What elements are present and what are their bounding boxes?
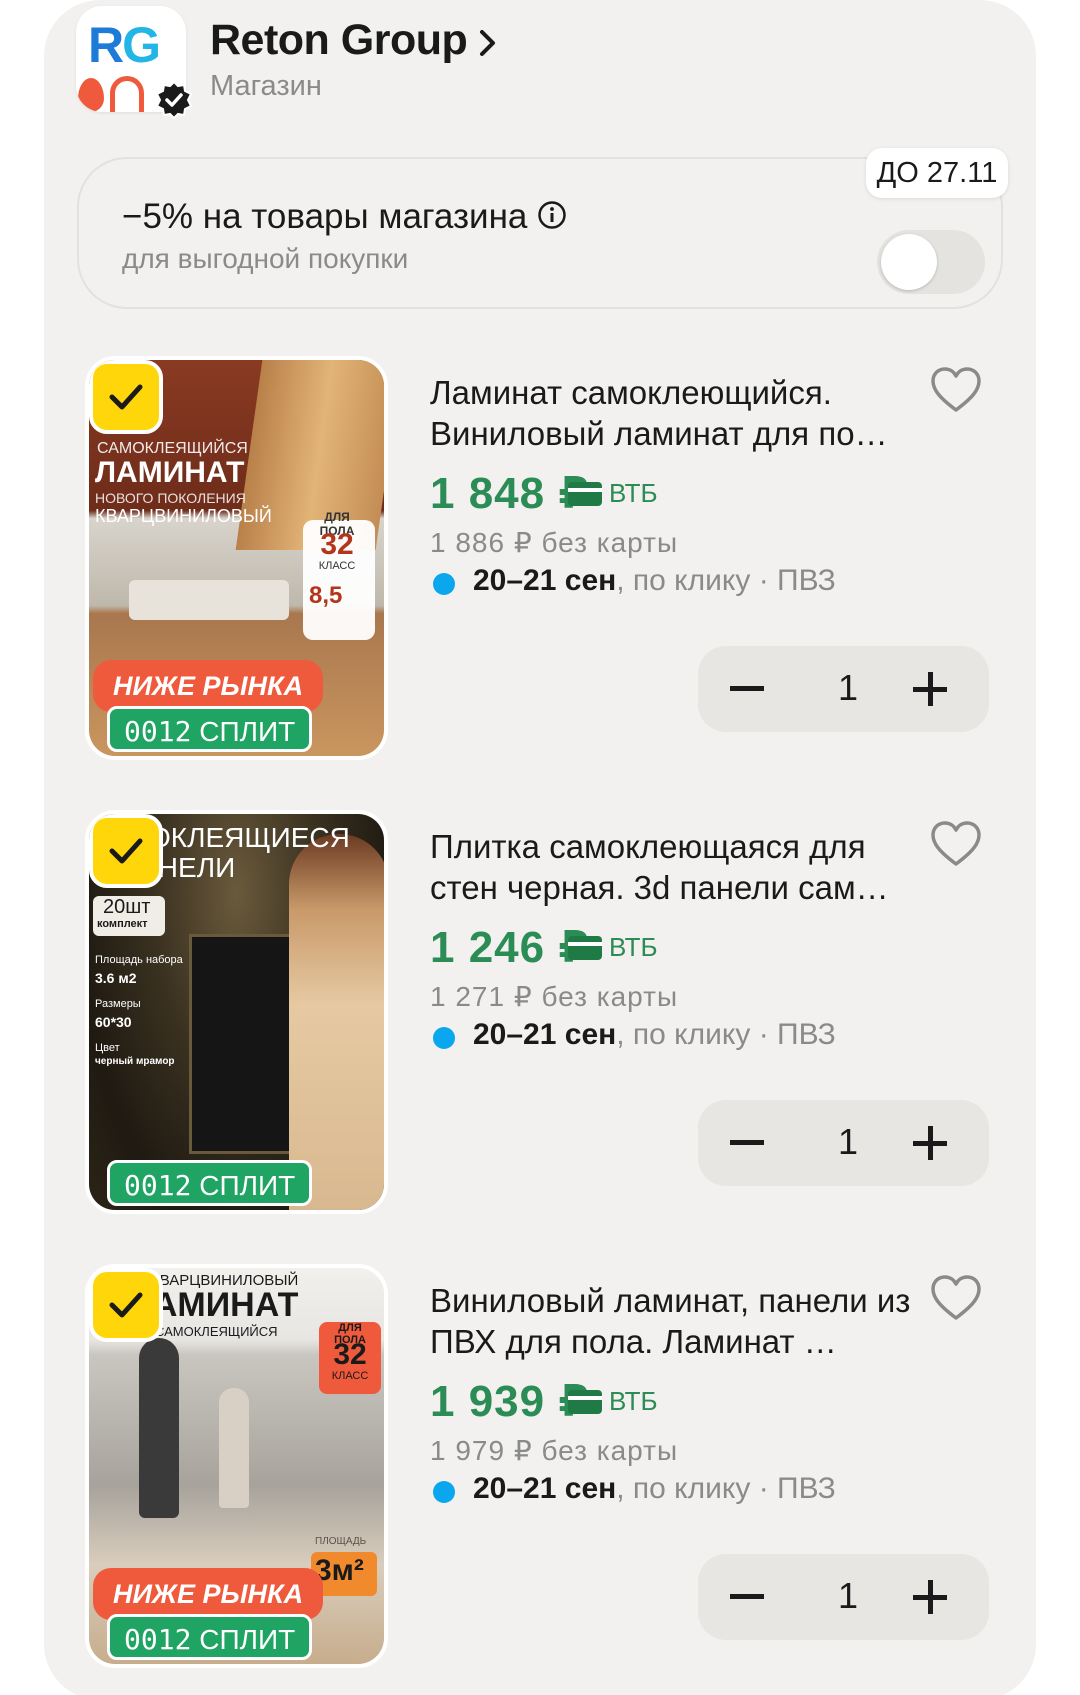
delivery-date: 20–21 сен [473, 1018, 617, 1051]
art-text: ОКЛЕЯЩИЕСЯ [149, 822, 350, 853]
split-badge: 0012 СПЛИТ [107, 706, 313, 752]
quantity-value: 1 [837, 1575, 859, 1616]
below-market-badge: НИЖЕ РЫНКА [93, 1568, 324, 1620]
chevron-right-icon[interactable] [478, 28, 498, 58]
delivery-date: 20–21 сен [473, 564, 617, 597]
art-text: НОВОГО ПОКОЛЕНИЯ [95, 490, 246, 506]
delivery-info: 20–21 сен, по клику · ПВЗ [430, 1472, 836, 1506]
select-checkbox[interactable] [89, 1268, 163, 1342]
select-checkbox[interactable] [89, 814, 163, 888]
increase-button[interactable] [913, 1126, 947, 1160]
art-text: КЛАСС [331, 1370, 369, 1382]
price-without-card: 1 886 ₽ без карты [430, 527, 679, 558]
promo-toggle[interactable] [877, 230, 985, 294]
product-image[interactable]: САМОКЛЕЯЩИЙСЯ ЛАМИНАТ НОВОГО ПОКОЛЕНИЯ К… [85, 356, 388, 760]
art-text: Площадь набора [95, 954, 183, 966]
art-text: ПЛОЩАДЬ [315, 1536, 367, 1547]
product-title[interactable]: Виниловый ламинат, панели из ПВХ для пол… [430, 1280, 930, 1362]
select-checkbox[interactable] [89, 360, 163, 434]
promo-subtitle: для выгодной покупки [122, 243, 409, 274]
logo-drop-shape [78, 78, 104, 112]
art-text: КЛАСС [318, 560, 356, 572]
store-type-label: Магазин [210, 70, 322, 102]
split-badge: 0012 СПЛИТ [107, 1160, 313, 1206]
product-image[interactable]: ОКЛЕЯЩИЕСЯ ПАНЕЛИ 20шт комплект Площадь … [85, 810, 388, 1214]
art-text: САМОКЛЕЯЩИЙСЯ [155, 1324, 278, 1339]
art-text: 3.6 м2 [95, 970, 137, 986]
checkmark-icon [109, 1292, 143, 1318]
art-text: 60*30 [95, 1014, 132, 1030]
promo-deadline-badge: ДО 27.11 [866, 148, 1008, 198]
quantity-stepper: 1 [698, 1554, 989, 1640]
favorite-heart-icon[interactable] [930, 366, 982, 414]
product-card[interactable]: ОКЛЕЯЩИЕСЯ ПАНЕЛИ 20шт комплект Площадь … [0, 810, 1080, 1220]
product-price: 1 848 ₽ [430, 469, 590, 518]
art-text: ЛАМИНАТ [95, 456, 245, 489]
delivery-info: 20–21 сен, по клику · ПВЗ [430, 1018, 836, 1052]
promo-banner: −5% на товары магазина для выгодной поку… [77, 157, 1003, 309]
logo-lettering: RG [88, 17, 161, 73]
split-badge: 0012 СПЛИТ [107, 1614, 313, 1660]
art-text: Цвет [95, 1042, 120, 1054]
price-without-card: 1 979 ₽ без карты [430, 1435, 679, 1466]
art-text: 20шт [103, 896, 151, 918]
bank-label: ВТБ [609, 932, 658, 962]
bank-card-icon [568, 1390, 602, 1414]
increase-button[interactable] [913, 672, 947, 706]
product-title[interactable]: Плитка самоклеющаяся для стен черная. 3d… [430, 826, 930, 908]
art-text: черный мрамор [95, 1056, 175, 1067]
product-card[interactable]: КВАРЦВИНИЛОВЫЙ ЛАМИНАТ САМОКЛЕЯЩИЙСЯ ДЛЯ… [0, 1264, 1080, 1674]
product-price: 1 246 ₽ [430, 923, 590, 972]
favorite-heart-icon[interactable] [930, 820, 982, 868]
delivery-info: 20–21 сен, по клику · ПВЗ [430, 564, 836, 598]
toggle-knob [881, 234, 937, 290]
bank-label: ВТБ [609, 1386, 658, 1416]
checkmark-icon [109, 384, 143, 410]
product-title[interactable]: Ламинат самоклеющийся. Виниловый ламинат… [430, 372, 930, 454]
logo-arch-shape [110, 76, 144, 112]
info-icon[interactable] [537, 200, 567, 230]
quantity-stepper: 1 [698, 646, 989, 732]
bank-card-icon [568, 936, 602, 960]
product-price: 1 939 ₽ [430, 1377, 590, 1426]
store-name-link[interactable]: Reton Group [210, 16, 468, 65]
delivery-method: , по клику · ПВЗ [616, 564, 836, 597]
quantity-value: 1 [837, 667, 859, 708]
decrease-button[interactable] [730, 686, 764, 691]
promo-title: −5% на товары магазина [122, 197, 528, 236]
checkmark-icon [109, 838, 143, 864]
below-market-badge: НИЖЕ РЫНКА [93, 660, 324, 712]
art-text: комплект [97, 918, 148, 930]
decrease-button[interactable] [730, 1594, 764, 1599]
bank-label: ВТБ [609, 478, 658, 508]
art-text: 32 [333, 1338, 367, 1371]
product-card[interactable]: САМОКЛЕЯЩИЙСЯ ЛАМИНАТ НОВОГО ПОКОЛЕНИЯ К… [0, 356, 1080, 766]
verified-badge-icon [155, 80, 193, 120]
bank-card-icon [568, 482, 602, 506]
price-without-card: 1 271 ₽ без карты [430, 981, 679, 1012]
art-text: 8,5 [309, 582, 343, 609]
favorite-heart-icon[interactable] [930, 1274, 982, 1322]
delivery-method: , по клику · ПВЗ [616, 1472, 836, 1505]
art-text: КВАРЦВИНИЛОВЫЙ [95, 506, 272, 526]
art-text: Размеры [95, 998, 141, 1010]
quantity-stepper: 1 [698, 1100, 989, 1186]
product-image[interactable]: КВАРЦВИНИЛОВЫЙ ЛАМИНАТ САМОКЛЕЯЩИЙСЯ ДЛЯ… [85, 1264, 388, 1668]
delivery-date: 20–21 сен [473, 1472, 617, 1505]
art-text: 32 [320, 528, 354, 561]
quantity-value: 1 [837, 1121, 859, 1162]
delivery-method: , по клику · ПВЗ [616, 1018, 836, 1051]
decrease-button[interactable] [730, 1140, 764, 1145]
increase-button[interactable] [913, 1580, 947, 1614]
